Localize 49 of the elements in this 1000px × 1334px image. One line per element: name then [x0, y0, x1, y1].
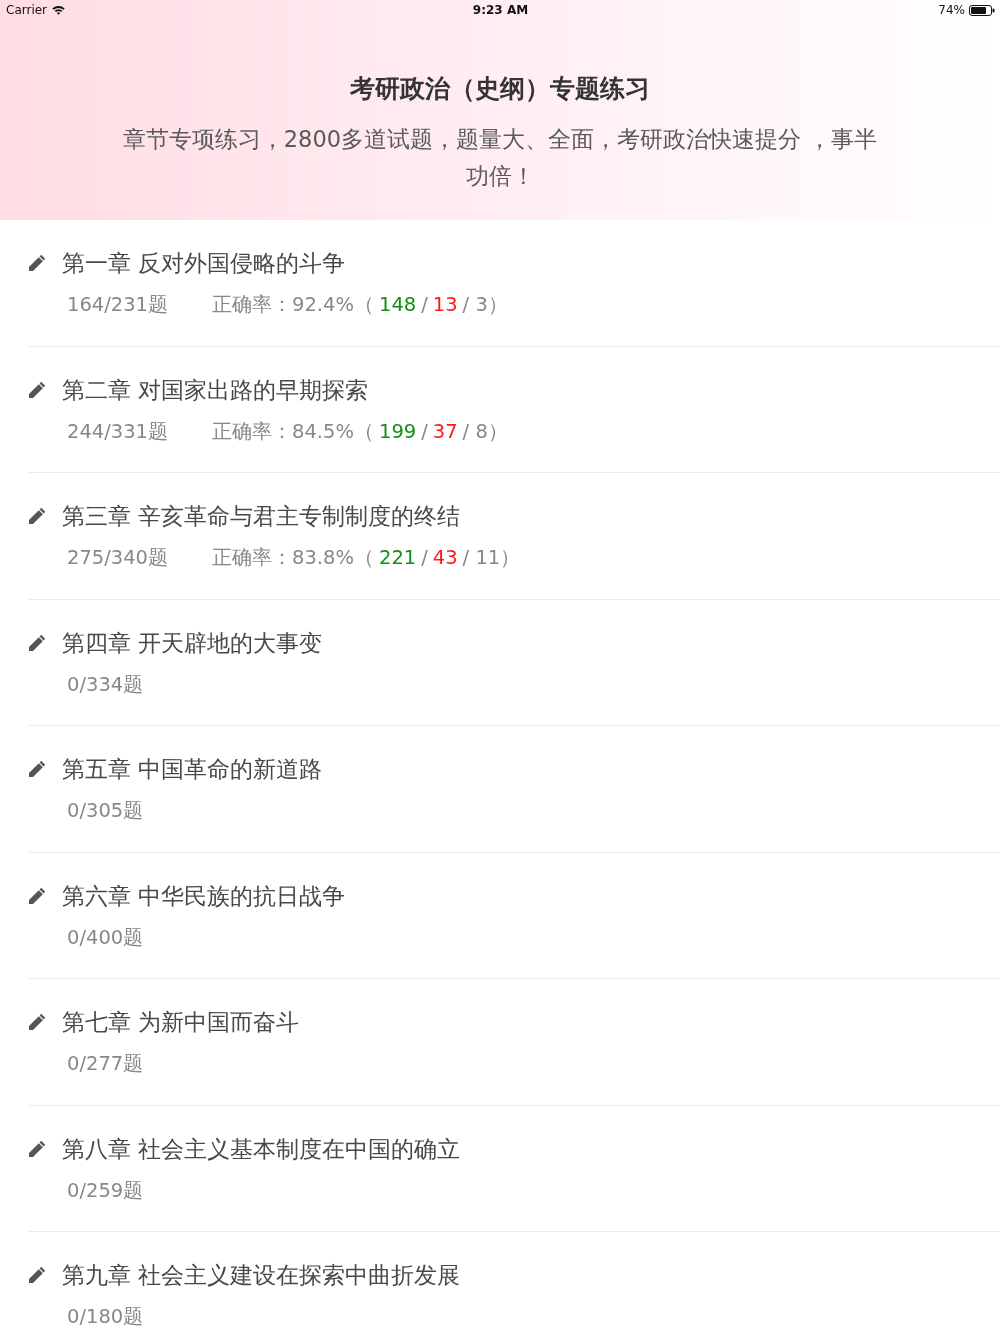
chapter-title[interactable]: 第八章 社会主义基本制度在中国的确立 — [62, 1133, 461, 1164]
chapter-title[interactable]: 第三章 辛亥革命与君主专制制度的终结 — [62, 501, 461, 531]
correct-count: 221 — [378, 545, 417, 571]
time-text: 9:23 AM — [472, 3, 529, 17]
pencil-icon — [28, 760, 46, 778]
wrong-count: 43 — [432, 545, 458, 571]
stats-text: / — [421, 418, 428, 445]
page-subtitle: 章节专项练习，2800多道试题，题量大、全面，考研政治快速提分 ，事半功倍！ — [121, 125, 879, 191]
stats-text: 正确率：83.8%（ — [212, 545, 374, 571]
pencil-icon — [28, 633, 46, 652]
wrong-count: 37 — [432, 418, 458, 445]
question-count: 0/259题 — [67, 1177, 144, 1204]
stats-text: 正确率：92.4%（ — [212, 292, 374, 318]
pencil-icon — [28, 1266, 46, 1284]
chapter-title[interactable]: 第七章 为新中国而奋斗 — [62, 1007, 300, 1037]
battery-percent: 74% — [938, 3, 965, 17]
pencil-icon — [28, 886, 46, 905]
pencil-icon — [28, 507, 46, 525]
chapter-title[interactable]: 第四章 开天辟地的大事变 — [62, 627, 323, 658]
page-title: 考研政治（史纲）专题练习 — [350, 73, 650, 105]
correct-count: 148 — [378, 292, 417, 318]
chapter-title[interactable]: 第九章 社会主义建设在探索中曲折发展 — [62, 1260, 461, 1290]
carrier-text: Carrier — [6, 3, 48, 17]
question-count: 0/400题 — [67, 924, 144, 951]
pencil-icon — [28, 254, 46, 272]
stats-text: / 11） — [462, 545, 521, 571]
question-count: 275/340题 — [67, 545, 168, 571]
stats-text: / 8） — [462, 418, 508, 445]
chapter-title[interactable]: 第五章 中国革命的新道路 — [62, 754, 323, 784]
question-count: 164/231题 — [67, 292, 168, 318]
wifi-icon — [52, 5, 66, 15]
question-count: 0/277题 — [67, 1051, 144, 1077]
pencil-icon — [28, 1139, 46, 1158]
question-count: 244/331题 — [67, 418, 168, 445]
stats-text: / — [421, 545, 428, 571]
question-count: 0/334题 — [67, 671, 144, 698]
stats-text: / — [421, 292, 428, 318]
stats-text: 正确率：84.5%（ — [212, 418, 374, 445]
stats-text: / 3） — [462, 292, 508, 318]
chapter-title[interactable]: 第一章 反对外国侵略的斗争 — [62, 248, 346, 278]
battery-icon — [969, 4, 995, 16]
pencil-icon — [28, 380, 46, 399]
pencil-icon — [28, 1013, 46, 1031]
question-count: 0/305题 — [67, 798, 144, 824]
chapter-title[interactable]: 第二章 对国家出路的早期探索 — [62, 374, 369, 405]
chapter-title[interactable]: 第六章 中华民族的抗日战争 — [62, 880, 346, 911]
wrong-count: 13 — [432, 292, 458, 318]
correct-count: 199 — [378, 418, 417, 445]
question-count: 0/180题 — [67, 1304, 144, 1330]
